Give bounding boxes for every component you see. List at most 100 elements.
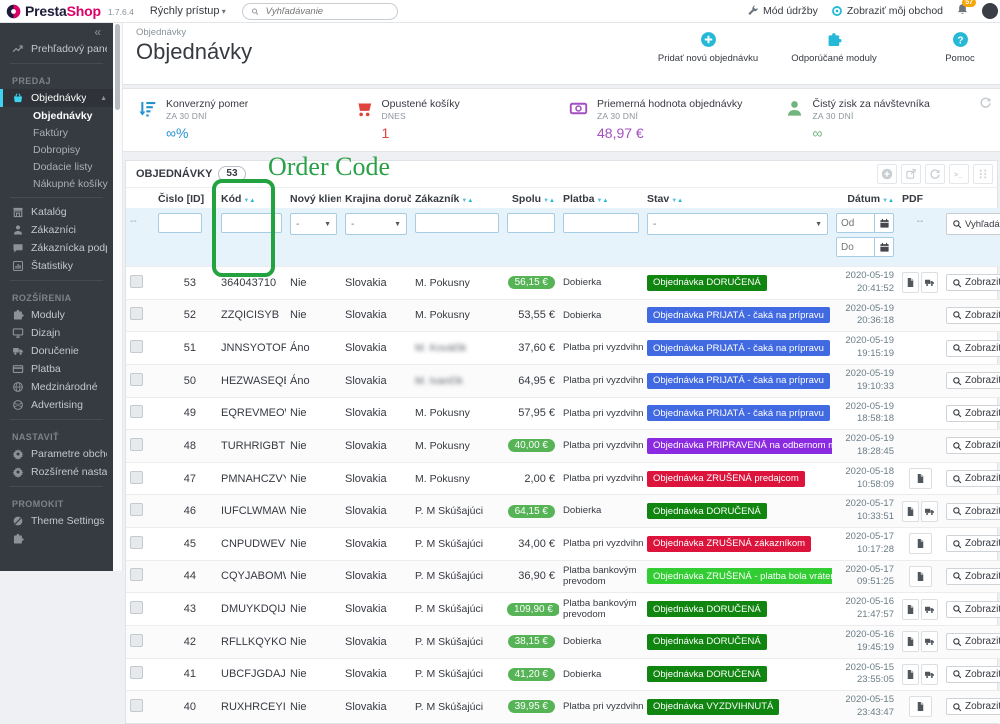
- sidebar-item-katal-g[interactable]: Katalóg: [0, 203, 113, 221]
- sidebar-item-medzin-rodn[interactable]: Medzinárodné: [0, 378, 113, 396]
- view-order-button[interactable]: Zobraziť: [946, 568, 1000, 585]
- header-action-prida-nov-objedn-vku[interactable]: Pridať novú objednávku: [652, 31, 764, 64]
- sidebar-item-platba[interactable]: Platba: [0, 360, 113, 378]
- prestashop-logo[interactable]: PrestaShop 1.7.6.4: [0, 3, 134, 19]
- sidebar-item-item[interactable]: [0, 530, 113, 548]
- maintenance-mode-link[interactable]: Mód údržby: [747, 5, 818, 17]
- header-action-pomoc[interactable]: ?Pomoc: [904, 31, 1000, 64]
- view-order-button[interactable]: Zobraziť: [946, 698, 1000, 715]
- column-header-date[interactable]: Dátum▼▲: [832, 188, 898, 208]
- invoice-pdf-button[interactable]: [902, 599, 919, 620]
- row-checkbox[interactable]: [130, 666, 143, 679]
- filter-input-payment[interactable]: [563, 213, 639, 233]
- order-row-48[interactable]: 48TURHRIGBTNieSlovakiaM. Pokusny40,00 €P…: [126, 430, 1000, 463]
- delivery-slip-button[interactable]: [921, 631, 938, 652]
- sidebar-item-roz-ren-nastavenia[interactable]: Rozšírené nastavenia: [0, 463, 113, 481]
- view-order-button[interactable]: Zobraziť: [946, 633, 1000, 650]
- order-row-52[interactable]: 52ZZQICISYBNieSlovakiaM. Pokusny53,55 €D…: [126, 299, 1000, 332]
- sidebar-item-theme-settings[interactable]: Theme Settings: [0, 512, 113, 530]
- order-row-44[interactable]: 44CQYJABOMWNieSlovakiaP. M Skúšajúci36,9…: [126, 560, 1000, 593]
- sidebar-item-parametre-obchodu[interactable]: Parametre obchodu: [0, 445, 113, 463]
- sidebar-scrollbar-thumb[interactable]: [115, 24, 120, 110]
- sidebar-collapse-button[interactable]: «: [0, 22, 113, 40]
- column-header-payment[interactable]: Platba▼▲: [559, 188, 643, 208]
- filter-date-from-input[interactable]: [836, 213, 874, 233]
- row-checkbox[interactable]: [130, 568, 143, 581]
- column-header-code[interactable]: Kód▼▲: [206, 188, 286, 208]
- row-checkbox[interactable]: [130, 340, 143, 353]
- order-row-51[interactable]: 51JNNSYOTOFÁnoSlovakiaM. Kováčik37,60 €P…: [126, 332, 1000, 365]
- view-order-button[interactable]: Zobraziť: [946, 340, 1000, 357]
- invoice-pdf-button[interactable]: [909, 533, 932, 554]
- invoice-pdf-button[interactable]: [902, 664, 919, 685]
- row-checkbox[interactable]: [130, 536, 143, 549]
- view-order-button[interactable]: Zobraziť: [946, 307, 1000, 324]
- column-header-customer[interactable]: Zákazník▼▲: [411, 188, 503, 208]
- order-row-53[interactable]: 53364043710NieSlovakiaM. Pokusny56,15 €D…: [126, 267, 1000, 300]
- view-order-button[interactable]: Zobraziť: [946, 503, 1000, 520]
- sort-arrows-icon[interactable]: ▼▲: [882, 198, 894, 204]
- sidebar-item-advertising[interactable]: Advertising: [0, 396, 113, 414]
- view-order-button[interactable]: Zobraziť: [946, 274, 1000, 291]
- invoice-pdf-button[interactable]: [902, 272, 919, 293]
- row-checkbox[interactable]: [130, 601, 143, 614]
- sidebar-item-z-kazn-ci[interactable]: Zákazníci: [0, 221, 113, 239]
- column-header-id[interactable]: Čislo [ID]▼▲: [154, 188, 206, 208]
- row-checkbox[interactable]: [130, 438, 143, 451]
- sidebar-item-objedn-vky[interactable]: Objednávky▲: [0, 89, 113, 107]
- panel-tool-plus-circle-button[interactable]: [877, 164, 897, 184]
- row-checkbox[interactable]: [130, 307, 143, 320]
- delivery-slip-button[interactable]: [921, 599, 938, 620]
- view-order-button[interactable]: Zobraziť: [946, 372, 1000, 389]
- filter-date-to-input[interactable]: [836, 237, 874, 257]
- invoice-pdf-button[interactable]: [909, 566, 932, 587]
- filter-select-country[interactable]: -▼: [345, 213, 407, 235]
- sidebar-item-z-kazn-cka-podpora[interactable]: Zákaznícka podpora: [0, 239, 113, 257]
- kpi-refresh-icon[interactable]: [979, 96, 992, 109]
- notifications-button[interactable]: 57: [956, 3, 969, 19]
- row-checkbox[interactable]: [130, 405, 143, 418]
- sort-arrows-icon[interactable]: ▼▲: [243, 198, 255, 204]
- filter-input-total[interactable]: [507, 213, 555, 233]
- invoice-pdf-button[interactable]: [902, 501, 919, 522]
- row-checkbox[interactable]: [130, 699, 143, 712]
- filter-select-new_client[interactable]: -▼: [290, 213, 337, 235]
- sidebar-scrollbar[interactable]: [113, 22, 123, 571]
- view-order-button[interactable]: Zobraziť: [946, 437, 1000, 454]
- view-order-button[interactable]: Zobraziť: [946, 666, 1000, 683]
- invoice-pdf-button[interactable]: [909, 468, 932, 489]
- delivery-slip-button[interactable]: [921, 664, 938, 685]
- order-row-50[interactable]: 50HEZWASEQBÁnoSlovakiaM. Ivančík64,95 €P…: [126, 364, 1000, 397]
- order-row-42[interactable]: 42RFLLKQYKONieSlovakiaP. M Skúšajúci38,1…: [126, 625, 1000, 658]
- sidebar-subitem-fakt-ry[interactable]: Faktúry: [0, 124, 113, 141]
- order-row-40[interactable]: 40RUXHRCEYINieSlovakiaP. M Skúšajúci39,9…: [126, 691, 1000, 723]
- invoice-pdf-button[interactable]: [902, 631, 919, 652]
- row-checkbox[interactable]: [130, 471, 143, 484]
- sidebar-subitem-n-kupn-ko-ky[interactable]: Nákupné košíky: [0, 175, 113, 192]
- row-checkbox[interactable]: [130, 503, 143, 516]
- global-search[interactable]: [242, 3, 398, 20]
- sidebar-item-doru-enie[interactable]: Doručenie: [0, 342, 113, 360]
- user-avatar[interactable]: [982, 3, 998, 19]
- row-checkbox[interactable]: [130, 373, 143, 386]
- filter-input-id[interactable]: [158, 213, 202, 233]
- sidebar-item-dizajn[interactable]: Dizajn: [0, 324, 113, 342]
- invoice-pdf-button[interactable]: [909, 696, 932, 717]
- delivery-slip-button[interactable]: [921, 501, 938, 522]
- column-header-country[interactable]: Krajina doručenia▼▲: [341, 188, 411, 208]
- view-order-button[interactable]: Zobraziť: [946, 601, 1000, 618]
- view-shop-link[interactable]: Zobraziť môj obchod: [831, 5, 943, 17]
- order-row-46[interactable]: 46IUFCLWMAWNieSlovakiaP. M Skúšajúci64,1…: [126, 495, 1000, 528]
- sort-arrows-icon[interactable]: ▼▲: [597, 198, 609, 204]
- row-checkbox[interactable]: [130, 275, 143, 288]
- global-search-input[interactable]: [264, 5, 389, 18]
- delivery-slip-button[interactable]: [921, 272, 938, 293]
- filter-input-code[interactable]: [221, 213, 282, 233]
- quick-access-menu[interactable]: Rýchly prístup: [150, 5, 226, 17]
- filter-select-status[interactable]: -▼: [647, 213, 828, 235]
- calendar-button[interactable]: [874, 213, 894, 233]
- sidebar-item-tatistiky[interactable]: Štatistiky: [0, 257, 113, 275]
- sidebar-subitem-dobropisy[interactable]: Dobropisy: [0, 141, 113, 158]
- filter-input-customer[interactable]: [415, 213, 499, 233]
- order-row-49[interactable]: 49EQREVMEOWNieSlovakiaM. Pokusny57,95 €P…: [126, 397, 1000, 430]
